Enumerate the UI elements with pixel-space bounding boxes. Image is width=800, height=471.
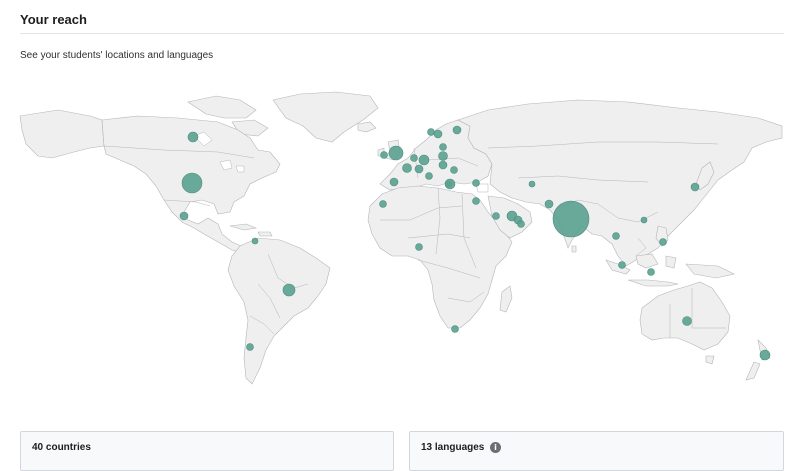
- bubble-venezuela: [251, 237, 259, 245]
- greenland-shape: [272, 91, 379, 143]
- bubble-nigeria: [415, 243, 423, 251]
- countries-card[interactable]: 40 countries: [20, 431, 394, 471]
- alaska-shape: [19, 109, 105, 159]
- bubble-new-zealand: [759, 349, 771, 361]
- bubble-israel: [472, 197, 480, 205]
- bubble-norway: [433, 129, 443, 139]
- section-subtitle: See your students' locations and languag…: [20, 50, 214, 61]
- bubble-canada: [187, 131, 199, 143]
- bubble-chile: [246, 343, 254, 351]
- section-title: Your reach: [20, 12, 87, 27]
- tasmania-shape: [705, 355, 715, 365]
- divider: [20, 33, 784, 34]
- bubble-sweden: [427, 128, 435, 136]
- bubble-turkey: [472, 179, 480, 187]
- bubble-france: [402, 163, 412, 173]
- bubble-pakistan: [544, 199, 554, 209]
- bubble-spain: [389, 177, 399, 187]
- bubble-taiwan: [640, 216, 648, 224]
- bubble-united-states: [181, 172, 203, 194]
- bubble-japan: [690, 182, 700, 192]
- iceland-shape: [357, 121, 377, 133]
- bubble-south-africa: [451, 325, 459, 333]
- languages-card-title: 13 languages: [421, 442, 485, 453]
- bubble-netherlands: [410, 154, 418, 162]
- bubble-brazil: [282, 283, 296, 297]
- bubble-egypt: [444, 178, 456, 190]
- bubble-lithuania: [439, 143, 447, 151]
- caribbean-shape: [229, 223, 273, 237]
- bubble-vietnam: [612, 232, 620, 240]
- sri-lanka-shape: [571, 245, 577, 253]
- world-map: [19, 91, 783, 385]
- bubble-saudi-arabia: [492, 212, 500, 220]
- bubble-italy: [425, 172, 433, 180]
- bubble-ireland: [380, 151, 388, 159]
- bubble-ukraine: [438, 160, 448, 170]
- bubble-morocco: [379, 200, 387, 208]
- bubble-kazakhstan: [528, 180, 536, 188]
- languages-card[interactable]: 13 languages i: [409, 431, 784, 471]
- bubble-oman: [517, 220, 525, 228]
- bubble-australia: [682, 316, 692, 326]
- south-america-shape: [227, 237, 331, 385]
- countries-card-title: 40 countries: [32, 442, 91, 453]
- bubble-poland: [438, 151, 448, 161]
- madagascar-shape: [499, 285, 513, 313]
- bubble-romania: [450, 166, 458, 174]
- bubble-germany: [418, 154, 430, 166]
- land-masses: [19, 91, 783, 385]
- bubble-malaysia: [618, 261, 626, 269]
- info-icon[interactable]: i: [490, 442, 501, 453]
- bubble-india: [552, 200, 590, 238]
- bubble-philippines: [659, 238, 667, 246]
- bubble-switzerland: [414, 164, 424, 174]
- bubble-finland: [452, 125, 462, 135]
- bubble-mexico: [179, 211, 189, 221]
- bubble-united-kingdom: [388, 145, 404, 161]
- bubble-indonesia: [647, 268, 655, 276]
- australia-shape: [639, 281, 731, 351]
